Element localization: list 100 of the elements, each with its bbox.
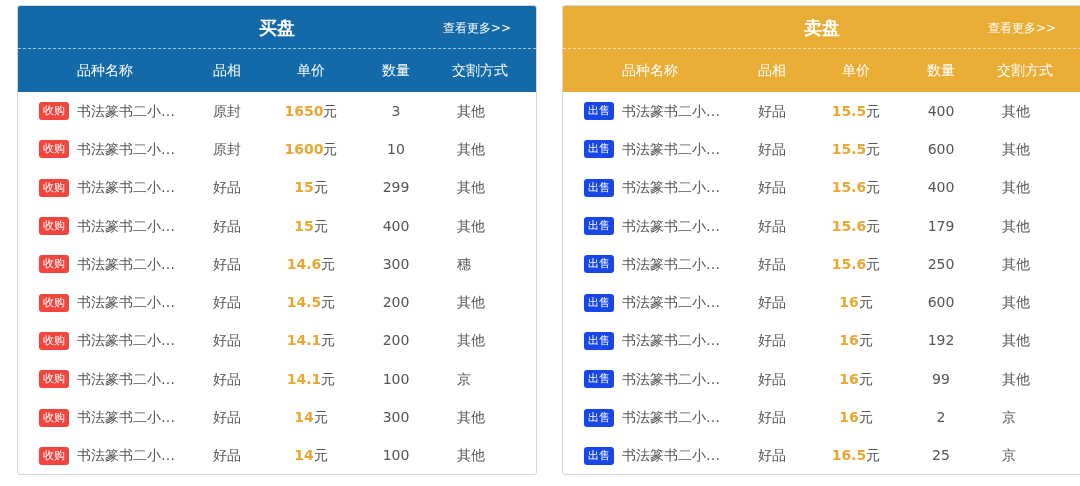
grade-cell-text: 好品: [758, 178, 786, 198]
delivery-cell-text: 其他: [456, 331, 486, 351]
grade-cell-text: 好品: [758, 216, 786, 236]
order-type-badge: 收购: [39, 102, 69, 121]
item-name: 书法篆书二小…: [622, 293, 720, 313]
grade-cell-text: 好品: [213, 331, 241, 351]
price-cell-text: 15.5元: [831, 101, 881, 121]
panel-title: 卖盘: [804, 15, 840, 40]
price-cell-text: 1650元: [284, 101, 338, 121]
order-type-badge: 收购: [39, 140, 69, 159]
column-header: 品种名称: [622, 61, 678, 80]
order-type-badge: 出售: [584, 370, 614, 389]
order-type-badge: 出售: [584, 255, 614, 274]
column-header: 交割方式: [452, 61, 508, 80]
price-cell-text: 16元: [839, 408, 873, 427]
item-name: 书法篆书二小…: [622, 178, 720, 198]
order-type-badge: 收购: [39, 293, 69, 312]
order-type-badge: 出售: [584, 217, 614, 236]
delivery-cell-text: 其他: [456, 101, 486, 121]
delivery-cell-text: 穗: [456, 254, 472, 274]
grade-cell-text: 好品: [758, 331, 786, 351]
delivery-cell-text: 京: [1001, 408, 1017, 427]
order-type-badge: 出售: [584, 408, 614, 427]
item-name: 书法篆书二小…: [77, 139, 175, 159]
order-type-badge: 出售: [584, 178, 614, 197]
quantity-cell-text: 400: [927, 178, 955, 198]
price-cell-text: 14.6元: [286, 254, 336, 274]
grade-cell-text: 好品: [213, 293, 241, 313]
price-cell-text: 1600元: [284, 139, 338, 159]
item-name: 书法篆书二小…: [622, 254, 720, 274]
quantity-cell-text: 2: [936, 408, 946, 427]
quantity-cell-text: 400: [382, 216, 410, 236]
order-type-badge: 收购: [39, 408, 69, 427]
price-cell-text: 15.6元: [831, 216, 881, 236]
price-cell-text: 16元: [839, 331, 873, 351]
delivery-cell-text: 其他: [1001, 254, 1031, 274]
quantity-cell-text: 10: [387, 139, 405, 159]
quantity-cell-text: 99: [932, 369, 950, 389]
price-cell-text: 15.5元: [831, 139, 881, 159]
price-cell-text: 15元: [294, 178, 328, 198]
order-type-badge: 收购: [39, 255, 69, 274]
item-name: 书法篆书二小…: [77, 446, 175, 466]
delivery-cell-text: 其他: [1001, 101, 1031, 121]
more-link[interactable]: 查看更多>>: [442, 19, 511, 37]
item-name: 书法篆书二小…: [77, 101, 175, 121]
quantity-cell-text: 179: [927, 216, 955, 236]
price-cell-text: 15.6元: [831, 254, 881, 274]
delivery-cell-text: 其他: [456, 293, 486, 313]
item-name: 书法篆书二小…: [622, 446, 720, 466]
order-type-badge: 收购: [39, 331, 69, 350]
order-type-badge: 出售: [584, 293, 614, 312]
quantity-cell-text: 300: [382, 408, 410, 427]
price-cell-text: 15.6元: [831, 178, 881, 198]
item-name: 书法篆书二小…: [77, 178, 175, 198]
grade-cell-text: 好品: [213, 446, 241, 466]
price-cell-text: 14.1元: [286, 331, 336, 351]
item-name: 书法篆书二小…: [77, 216, 175, 236]
order-type-badge: 收购: [39, 178, 69, 197]
grade-cell-text: 好品: [758, 408, 786, 427]
quantity-cell-text: 250: [927, 254, 955, 274]
column-header: 数量: [927, 61, 955, 80]
grade-cell-text: 好品: [213, 369, 241, 389]
price-cell-text: 14元: [294, 446, 328, 466]
order-type-badge: 收购: [39, 370, 69, 389]
quantity-cell-text: 25: [932, 446, 950, 466]
delivery-cell-text: 其他: [456, 446, 486, 466]
quantity-cell-text: 200: [382, 331, 410, 351]
grade-cell-text: 好品: [213, 178, 241, 198]
quantity-cell-text: 192: [927, 331, 955, 351]
column-header: 交割方式: [997, 61, 1053, 80]
price-cell-text: 14.5元: [286, 293, 336, 313]
quantity-cell-text: 299: [382, 178, 410, 198]
grade-cell-text: 好品: [758, 293, 786, 313]
price-cell-text: 15元: [294, 216, 328, 236]
grade-cell-text: 好品: [758, 446, 786, 466]
delivery-cell-text: 其他: [456, 139, 486, 159]
column-header: 数量: [382, 61, 410, 80]
quantity-cell-text: 100: [382, 369, 410, 389]
delivery-cell-text: 其他: [1001, 178, 1031, 198]
price-cell-text: 14.1元: [286, 369, 336, 389]
grade-cell-text: 好品: [758, 369, 786, 389]
delivery-cell-text: 其他: [456, 178, 486, 198]
order-type-badge: 出售: [584, 102, 614, 121]
column-header: 品相: [758, 61, 786, 80]
quantity-cell-text: 400: [927, 101, 955, 121]
item-name: 书法篆书二小…: [77, 254, 175, 274]
delivery-cell-text: 其他: [1001, 293, 1031, 313]
item-name: 书法篆书二小…: [622, 139, 720, 159]
column-header: 品相: [213, 61, 241, 80]
item-name: 书法篆书二小…: [77, 331, 175, 351]
panel-title: 买盘: [259, 15, 295, 40]
order-type-badge: 出售: [584, 446, 614, 465]
column-header: 品种名称: [77, 61, 133, 80]
grade-cell-text: 原封: [213, 101, 241, 121]
price-cell-text: 14元: [294, 408, 328, 427]
item-name: 书法篆书二小…: [622, 216, 720, 236]
item-name: 书法篆书二小…: [622, 331, 720, 351]
grade-cell-text: 好品: [758, 254, 786, 274]
item-name: 书法篆书二小…: [622, 369, 720, 389]
price-cell-text: 16元: [839, 369, 873, 389]
